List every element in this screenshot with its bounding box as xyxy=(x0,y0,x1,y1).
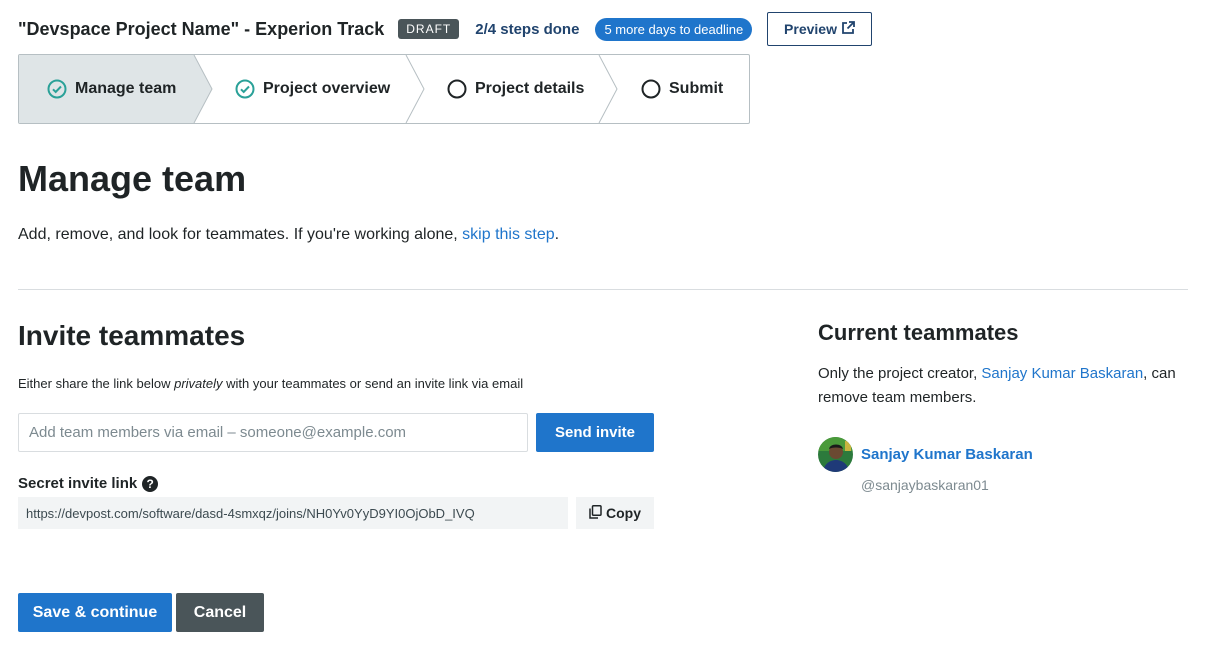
teammate-name[interactable]: Sanjay Kumar Baskaran xyxy=(861,446,1033,463)
question-circle-icon[interactable]: ? xyxy=(142,475,159,492)
step-label: Manage team xyxy=(75,80,177,97)
step-project-details[interactable]: Project details xyxy=(447,55,584,123)
teammate-handle: @sanjaybaskaran01 xyxy=(861,477,989,493)
skip-step-link[interactable]: skip this step xyxy=(462,226,554,243)
avatar[interactable] xyxy=(818,437,853,472)
email-invite-input[interactable] xyxy=(18,413,528,452)
step-label: Project overview xyxy=(263,80,391,97)
invite-desc-end: with your teammates or send an invite li… xyxy=(222,376,524,391)
page-title: Manage team xyxy=(18,158,247,199)
page-header: "Devspace Project Name" - Experion Track… xyxy=(18,12,753,46)
creator-link[interactable]: Sanjay Kumar Baskaran xyxy=(981,365,1143,382)
intro-text: Add, remove, and look for teammates. If … xyxy=(18,226,559,244)
step-label: Submit xyxy=(669,80,724,97)
send-invite-button[interactable]: Send invite xyxy=(536,413,654,452)
save-continue-button[interactable]: Save & continue xyxy=(18,593,172,632)
check-circle-icon xyxy=(235,79,255,99)
copy-icon xyxy=(589,504,602,522)
current-desc-start: Only the project creator, xyxy=(818,365,982,382)
check-circle-icon xyxy=(47,79,67,99)
step-manage-team[interactable]: Manage team xyxy=(47,55,176,123)
invite-desc-emphasis: privately xyxy=(174,376,223,391)
preview-label: Preview xyxy=(784,21,837,37)
step-project-overview[interactable]: Project overview xyxy=(235,55,390,123)
step-submit[interactable]: Submit xyxy=(641,55,723,123)
steps-progress: 2/4 steps done xyxy=(475,20,580,38)
intro-text-start: Add, remove, and look for teammates. If … xyxy=(18,226,463,243)
current-teammates-title: Current teammates xyxy=(818,320,1019,345)
invite-section-title: Invite teammates xyxy=(18,320,246,351)
secret-link-label: Secret invite link ? xyxy=(18,475,159,492)
invite-description: Either share the link below privately wi… xyxy=(18,376,523,391)
intro-text-end: . xyxy=(554,226,560,243)
empty-circle-icon xyxy=(641,79,661,99)
copy-label: Copy xyxy=(606,505,641,521)
empty-circle-icon xyxy=(447,79,467,99)
step-label: Project details xyxy=(475,80,585,97)
cancel-button[interactable]: Cancel xyxy=(176,593,264,632)
secret-invite-link[interactable]: https://devpost.com/software/dasd-4smxqz… xyxy=(18,497,568,529)
status-badge: DRAFT xyxy=(398,19,460,39)
progress-stepper: Manage team Project overview Project det… xyxy=(18,54,750,124)
current-teammates-description: Only the project creator, Sanjay Kumar B… xyxy=(818,362,1188,410)
section-divider xyxy=(18,289,1188,290)
preview-button[interactable]: Preview xyxy=(767,12,872,46)
copy-button[interactable]: Copy xyxy=(576,497,654,529)
deadline-badge: 5 more days to deadline xyxy=(595,17,753,41)
invite-desc-start: Either share the link below xyxy=(18,376,175,391)
external-link-icon xyxy=(841,20,855,38)
project-title: "Devspace Project Name" - Experion Track xyxy=(18,18,385,39)
secret-link-label-text: Secret invite link xyxy=(18,475,138,492)
